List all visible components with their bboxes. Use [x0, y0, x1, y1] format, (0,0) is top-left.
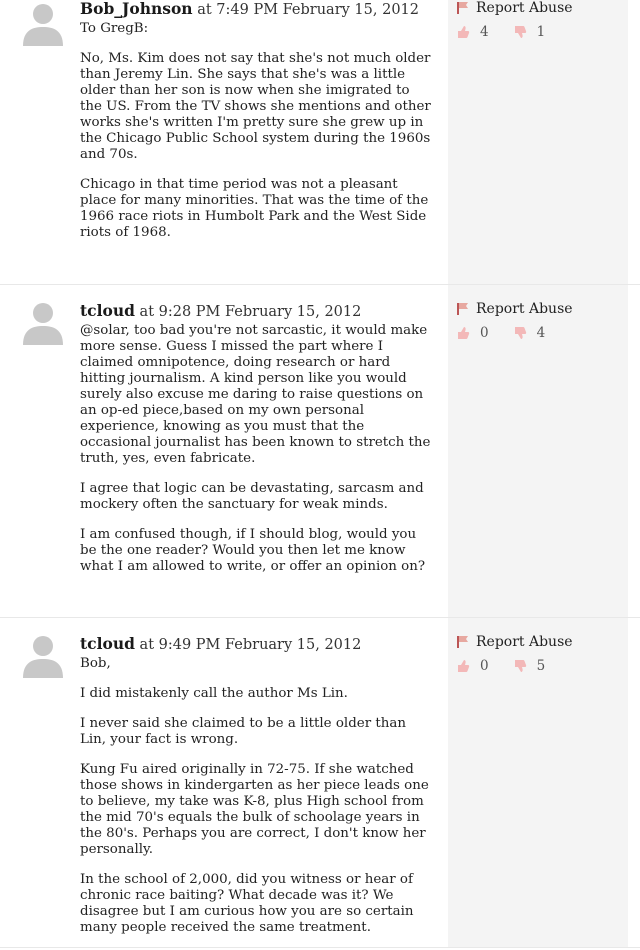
author-name[interactable]: tcloud	[80, 634, 135, 653]
like-count: 0	[480, 658, 489, 674]
thumbs-up-icon	[458, 327, 470, 339]
report-abuse-link[interactable]: Report Abuse	[456, 634, 573, 650]
author-name[interactable]: Bob_Johnson	[80, 0, 193, 18]
like-button[interactable]: 4	[456, 24, 489, 40]
dislike-count: 5	[536, 658, 546, 674]
comment-paragraph: I agree that logic can be devastating, s…	[80, 481, 424, 512]
like-button[interactable]: 0	[456, 658, 489, 674]
timestamp: at 9:28 PM February 15, 2012	[139, 304, 362, 320]
comment-paragraph: Chicago in that time period was not a pl…	[80, 177, 429, 240]
thumbs-up-icon	[458, 26, 470, 38]
comment-paragraph: I never said she claimed to be a little …	[80, 716, 406, 747]
report-abuse-label: Report Abuse	[476, 301, 573, 317]
thumbs-up-icon	[458, 660, 470, 672]
report-abuse-label: Report Abuse	[476, 634, 573, 650]
thumbs-down-icon	[514, 26, 526, 38]
comment-paragraph: To GregB:	[80, 21, 149, 36]
thumbs-down-icon	[514, 327, 526, 339]
comment-item: Bob_Johnson at 7:49 PM February 15, 2012…	[0, 0, 640, 285]
vote-controls: 0 5	[456, 658, 573, 674]
dislike-button[interactable]: 1	[513, 24, 546, 40]
like-count: 4	[480, 24, 489, 40]
comment-actions: Report Abuse 4 1	[448, 0, 628, 284]
dislike-count: 4	[536, 325, 546, 341]
timestamp: at 7:49 PM February 15, 2012	[197, 2, 419, 18]
like-button[interactable]: 0	[456, 325, 489, 341]
comment-paragraph: In the school of 2,000, did you witness …	[80, 872, 414, 935]
comment-header: Bob_Johnson at 7:49 PM February 15, 2012	[80, 0, 432, 19]
comment-header: tcloud at 9:49 PM February 15, 2012	[80, 635, 432, 654]
comment-actions: Report Abuse 0 5	[448, 618, 628, 947]
comment-actions: Report Abuse 0 4	[448, 285, 628, 617]
comment-item: tcloud at 9:28 PM February 15, 2012 @sol…	[0, 285, 640, 618]
like-count: 0	[480, 325, 489, 341]
comment-header: tcloud at 9:28 PM February 15, 2012	[80, 302, 432, 321]
avatar[interactable]	[20, 632, 66, 678]
comment-paragraph: Bob,	[80, 656, 111, 671]
comment-paragraph: I did mistakenly call the author Ms Lin.	[80, 686, 348, 701]
dislike-button[interactable]: 5	[513, 658, 546, 674]
report-abuse-link[interactable]: Report Abuse	[456, 0, 573, 16]
comment-body: Bob_Johnson at 7:49 PM February 15, 2012…	[80, 0, 432, 255]
flag-icon	[457, 303, 468, 315]
avatar[interactable]	[20, 0, 66, 46]
comment-paragraph: No, Ms. Kim does not say that she's not …	[80, 51, 431, 162]
comment-paragraph: @solar, too bad you're not sarcastic, it…	[80, 323, 431, 466]
vote-controls: 4 1	[456, 24, 573, 40]
comment-body: tcloud at 9:28 PM February 15, 2012 @sol…	[80, 302, 432, 589]
avatar[interactable]	[20, 299, 66, 345]
comment-item: tcloud at 9:49 PM February 15, 2012 Bob,…	[0, 618, 640, 948]
report-abuse-label: Report Abuse	[476, 0, 573, 16]
comment-body: tcloud at 9:49 PM February 15, 2012 Bob,…	[80, 635, 432, 950]
report-abuse-link[interactable]: Report Abuse	[456, 301, 573, 317]
vote-controls: 0 4	[456, 325, 573, 341]
comment-paragraph: I am confused though, if I should blog, …	[80, 527, 426, 574]
timestamp: at 9:49 PM February 15, 2012	[139, 637, 362, 653]
thumbs-down-icon	[514, 660, 526, 672]
dislike-count: 1	[536, 24, 546, 40]
comment-paragraph: Kung Fu aired originally in 72-75. If sh…	[80, 762, 429, 857]
author-name[interactable]: tcloud	[80, 301, 135, 320]
flag-icon	[457, 636, 468, 648]
dislike-button[interactable]: 4	[513, 325, 546, 341]
flag-icon	[457, 2, 468, 14]
